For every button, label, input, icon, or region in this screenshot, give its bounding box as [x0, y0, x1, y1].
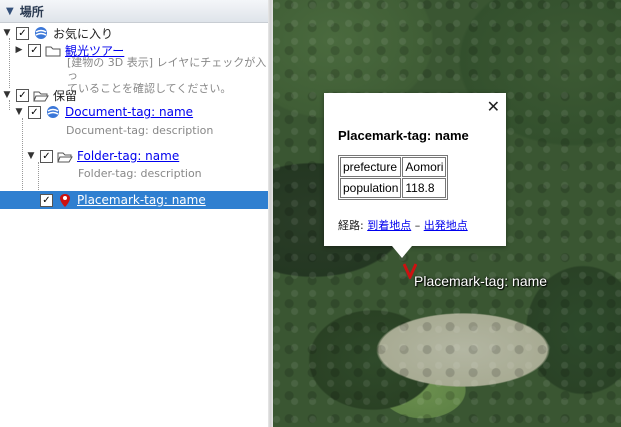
data-table: prefecture Aomori population 118.8 [338, 155, 449, 200]
saved-checkbox[interactable]: ✓ [16, 88, 29, 102]
document-checkbox[interactable]: ✓ [28, 105, 41, 119]
table-cell: population [340, 178, 402, 198]
placemark-link[interactable]: Placemark-tag: name [77, 193, 206, 207]
placemark-map-label[interactable]: Placemark-tag: name [414, 273, 547, 289]
table-row: population 118.8 [340, 178, 447, 198]
map-pin-icon [57, 193, 73, 207]
route-links: 経路: 到着地点 – 出発地点 [338, 217, 468, 233]
tree-guide [22, 118, 23, 200]
folder-icon [45, 43, 61, 57]
open-folder-icon [33, 88, 49, 102]
table-cell: prefecture [340, 157, 402, 177]
expand-arrow-icon[interactable]: ▼ [2, 28, 12, 38]
route-prefix: 経路: [338, 219, 368, 232]
balloon-title: Placemark-tag: name [338, 128, 469, 143]
places-title: 場所 [19, 4, 44, 19]
tour-checkbox[interactable]: ✓ [28, 43, 41, 57]
tree-item-favorites[interactable]: ▼ ✓ お気に入り [2, 24, 113, 42]
expand-arrow-icon[interactable]: ▼ [2, 90, 12, 100]
tree-guide [9, 38, 10, 88]
collapse-icon[interactable]: ▼ [6, 6, 14, 17]
favorites-checkbox[interactable]: ✓ [16, 26, 29, 40]
tree-item-label: お気に入り [53, 26, 114, 41]
tour-description-line: ていることを確認してください。 [67, 82, 232, 95]
open-folder-icon [57, 149, 73, 163]
earth-globe-icon [45, 105, 61, 119]
info-balloon: ✕ Placemark-tag: name prefecture Aomori … [324, 93, 506, 246]
tree-item-saved[interactable]: ▼ ✓ 保留 [2, 86, 77, 104]
folder-description: Folder-tag: description [78, 167, 202, 180]
tree-item-document[interactable]: ▼ ✓ Document-tag: name [14, 103, 194, 121]
tree-item-placemark[interactable]: ✓ Placemark-tag: name [0, 191, 268, 209]
document-description: Document-tag: description [66, 124, 214, 137]
places-header[interactable]: ▼ 場所 [0, 0, 268, 23]
expand-arrow-icon[interactable]: ▼ [14, 107, 24, 117]
route-separator: – [411, 219, 424, 232]
earth-globe-icon [33, 26, 49, 40]
balloon-tail [392, 246, 412, 258]
placemark-checkbox[interactable]: ✓ [40, 193, 53, 207]
expand-arrow-icon[interactable]: ▼ [26, 151, 36, 161]
tree-item-label: 保留 [53, 88, 78, 103]
document-link[interactable]: Document-tag: name [65, 105, 193, 119]
folder-checkbox[interactable]: ✓ [40, 149, 53, 163]
expand-arrow-icon[interactable]: ▶ [14, 45, 24, 55]
places-panel: ▼ 場所 ▼ ✓ お気に入り ▶ ✓ 観光ツアー [建物の 3D 表示] レイヤ… [0, 0, 268, 427]
tree-item-folder[interactable]: ▼ ✓ Folder-tag: name [26, 147, 180, 165]
from-here-link[interactable]: 出発地点 [424, 219, 468, 232]
to-here-link[interactable]: 到着地点 [367, 219, 411, 232]
table-cell: Aomori [402, 157, 447, 177]
tour-description: [建物の 3D 表示] レイヤにチェックが入っ ていることを確認してください。 [67, 56, 268, 95]
folder-link[interactable]: Folder-tag: name [77, 149, 179, 163]
tour-description-line: [建物の 3D 表示] レイヤにチェックが入っ [67, 56, 267, 82]
table-cell: 118.8 [402, 178, 447, 198]
table-row: prefecture Aomori [340, 157, 447, 177]
close-icon[interactable]: ✕ [487, 97, 500, 116]
